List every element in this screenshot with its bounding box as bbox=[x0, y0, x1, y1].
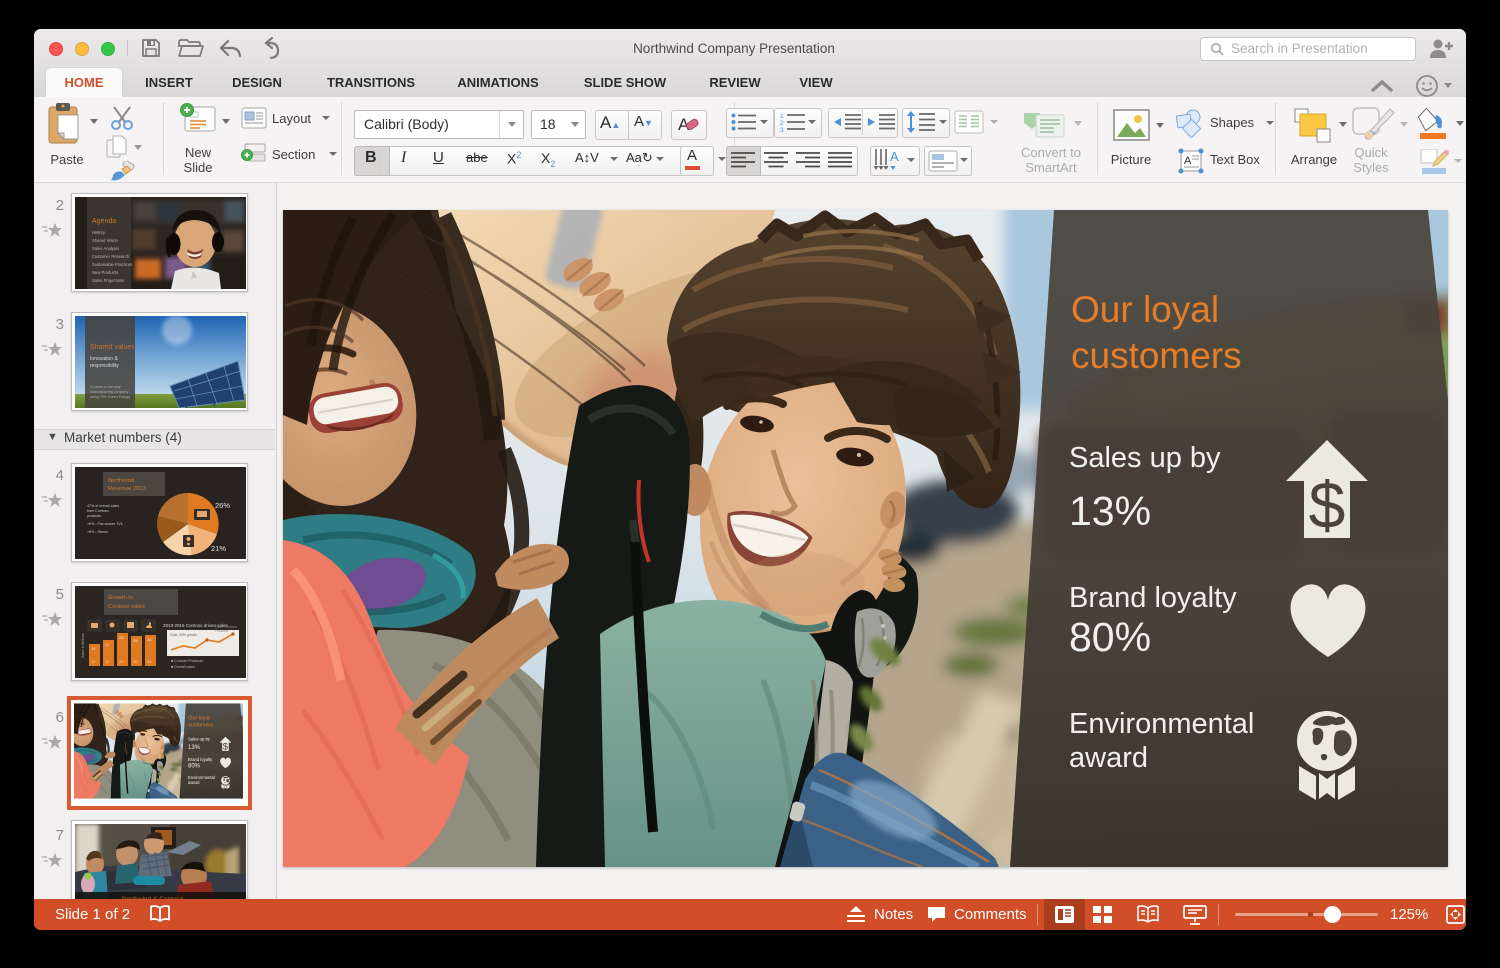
svg-text:47% of overall sales: 47% of overall sales bbox=[87, 504, 119, 508]
svg-text:12: 12 bbox=[105, 659, 110, 664]
svg-text:Sales Projections: Sales Projections bbox=[92, 278, 124, 283]
svg-text:Growth in: Growth in bbox=[108, 595, 133, 601]
svg-text:Agenda: Agenda bbox=[92, 218, 116, 225]
svg-text:20: 20 bbox=[133, 659, 138, 664]
svg-text:Shared Vision: Shared Vision bbox=[92, 238, 119, 243]
svg-text:1: 1 bbox=[780, 113, 784, 120]
svg-text:+8% - Stereo: +8% - Stereo bbox=[87, 530, 108, 534]
svg-text:Contoso sales: Contoso sales bbox=[108, 604, 145, 610]
svg-text:+6% - Flat screen TVs: +6% - Flat screen TVs bbox=[87, 522, 123, 526]
svg-text:15: 15 bbox=[91, 646, 96, 651]
svg-text:Sales Analysis: Sales Analysis bbox=[92, 246, 119, 251]
svg-text:Shared values: Shared values bbox=[90, 344, 135, 351]
svg-text:Contoso is the only: Contoso is the only bbox=[90, 385, 121, 389]
svg-text:responsibility: responsibility bbox=[90, 363, 119, 369]
svg-text:3: 3 bbox=[780, 127, 784, 132]
svg-text:21%: 21% bbox=[211, 544, 226, 553]
svg-text:using 75% Green Energy: using 75% Green Energy bbox=[90, 395, 130, 399]
svg-text:2: 2 bbox=[780, 120, 784, 127]
svg-text:products: products bbox=[87, 514, 101, 518]
svg-text:■ Contoso Products: ■ Contoso Products bbox=[171, 659, 203, 663]
svg-text:New Products: New Products bbox=[92, 270, 118, 275]
svg-text:Customer Research: Customer Research bbox=[92, 254, 130, 259]
svg-text:A: A bbox=[1184, 155, 1192, 167]
svg-text:Revenue 2013: Revenue 2013 bbox=[108, 486, 146, 492]
svg-text:20: 20 bbox=[119, 659, 124, 664]
svg-text:Innovation &: Innovation & bbox=[90, 356, 118, 362]
svg-text:17: 17 bbox=[105, 642, 110, 647]
svg-text:from Contoso: from Contoso bbox=[87, 509, 109, 513]
svg-text:Products: Products bbox=[215, 629, 229, 633]
svg-text:28: 28 bbox=[119, 635, 124, 640]
svg-text:24: 24 bbox=[147, 659, 152, 664]
svg-text:History: History bbox=[92, 230, 106, 235]
svg-text:25: 25 bbox=[133, 638, 138, 643]
svg-text:A: A bbox=[890, 149, 899, 164]
svg-text:26: 26 bbox=[147, 637, 152, 642]
svg-text:■ Overall sales: ■ Overall sales bbox=[171, 665, 195, 669]
svg-text:26%: 26% bbox=[215, 501, 230, 510]
svg-text:Northwind: Northwind bbox=[108, 478, 134, 484]
svg-text:Sustainable Practices: Sustainable Practices bbox=[92, 262, 132, 267]
svg-text:Goal: 30% growth: Goal: 30% growth bbox=[170, 633, 197, 637]
svg-text:10: 10 bbox=[91, 659, 96, 664]
svg-text:manufacturing company: manufacturing company bbox=[90, 390, 129, 394]
svg-text:Sales in Millions: Sales in Millions bbox=[81, 633, 85, 658]
